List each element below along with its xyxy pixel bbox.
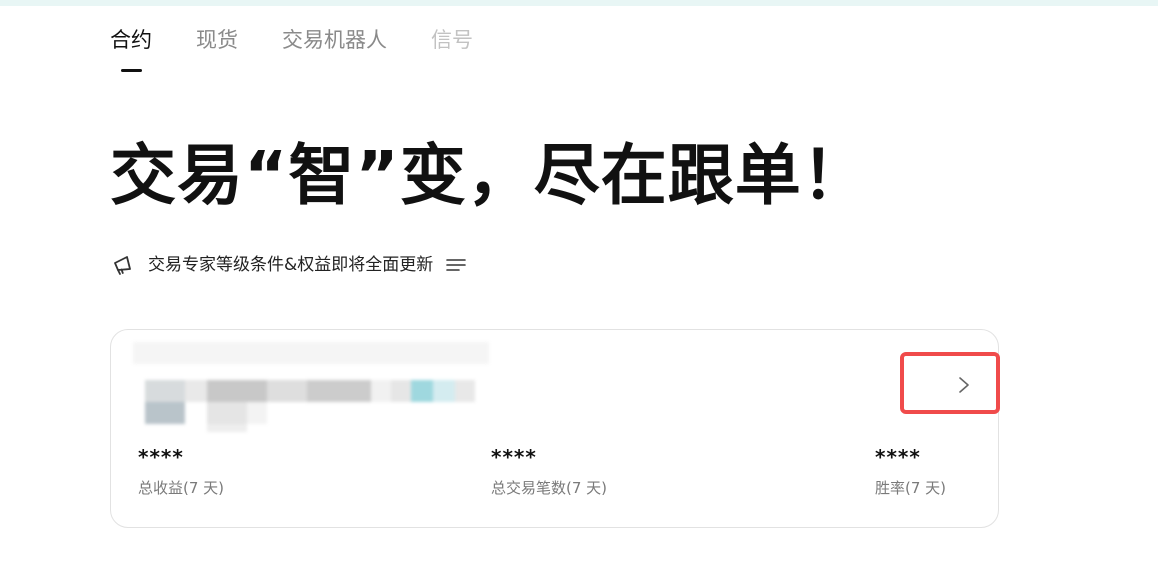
- stat-total-pnl-value: ****: [138, 445, 184, 469]
- stat-total-trades: **** 总交易笔数(7 天): [491, 444, 607, 498]
- stat-total-pnl: **** 总收益(7 天): [138, 444, 224, 498]
- stat-win-rate: **** 胜率(7 天): [875, 444, 946, 498]
- arrow-highlight-box: [900, 352, 1000, 414]
- tab-spot-label: 现货: [196, 28, 238, 52]
- megaphone-icon: [112, 253, 136, 277]
- tab-signal[interactable]: 信号: [431, 26, 473, 76]
- tab-trading-bot[interactable]: 交易机器人: [282, 26, 387, 76]
- announcement-bar[interactable]: 交易专家等级条件&权益即将全面更新: [112, 252, 467, 278]
- top-accent-strip: [0, 0, 1158, 6]
- stat-win-rate-label: 胜率(7 天): [875, 479, 947, 497]
- tab-signal-label: 信号: [431, 28, 473, 52]
- announcement-text[interactable]: 交易专家等级条件&权益即将全面更新: [148, 252, 433, 278]
- tab-futures[interactable]: 合约: [110, 26, 152, 76]
- tab-spot[interactable]: 现货: [196, 26, 238, 76]
- tab-trading-bot-label: 交易机器人: [282, 28, 387, 52]
- list-icon[interactable]: [445, 254, 467, 276]
- market-tabs: 合约 现货 交易机器人 信号: [110, 26, 517, 76]
- trader-card[interactable]: **** 总收益(7 天) **** 总交易笔数(7 天) **** 胜率(7 …: [110, 329, 1000, 528]
- active-tab-indicator: [121, 69, 142, 72]
- stat-win-rate-value: ****: [875, 445, 921, 469]
- stat-total-trades-label: 总交易笔数(7 天): [491, 479, 608, 497]
- hero-title: 交易“智”变，尽在跟单！: [110, 137, 869, 214]
- stat-total-pnl-label: 总收益(7 天): [138, 479, 225, 497]
- chevron-right-icon[interactable]: [953, 374, 975, 396]
- blurred-trader-info: [133, 342, 489, 432]
- stat-total-trades-value: ****: [491, 445, 537, 469]
- tab-futures-label: 合约: [110, 28, 152, 52]
